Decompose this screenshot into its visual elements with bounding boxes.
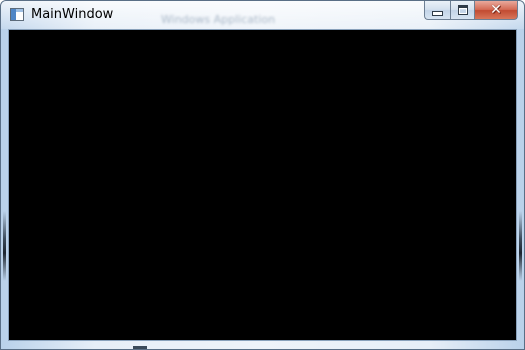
window-title: MainWindow: [31, 7, 114, 22]
maximize-button[interactable]: [450, 1, 475, 20]
minimize-icon: [432, 10, 443, 16]
background-window-title: Windows Application: [161, 13, 276, 26]
close-button[interactable]: ✕: [475, 1, 518, 20]
client-area: [8, 29, 517, 341]
caption-buttons: ✕: [424, 1, 518, 21]
maximize-icon: [457, 5, 468, 15]
window-frame-right[interactable]: [519, 211, 522, 281]
window-frame-left[interactable]: [3, 211, 6, 281]
main-window: MainWindow Windows Application ✕: [0, 0, 525, 350]
app-icon[interactable]: [10, 8, 24, 21]
window-frame-bottom[interactable]: [133, 346, 147, 349]
minimize-button[interactable]: [424, 1, 450, 20]
title-bar[interactable]: MainWindow Windows Application ✕: [1, 1, 524, 29]
close-icon: ✕: [490, 2, 502, 18]
